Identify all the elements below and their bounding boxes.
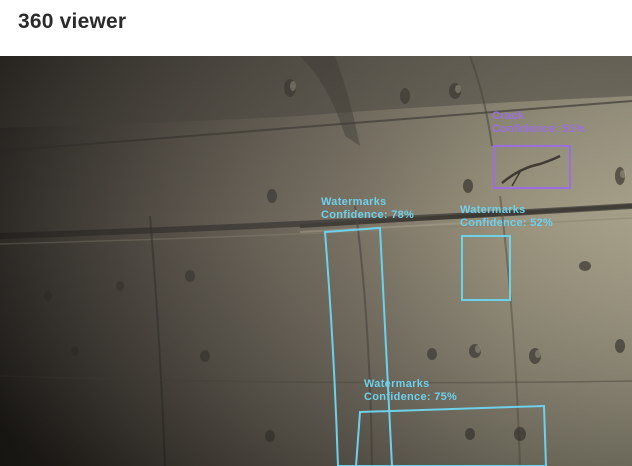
detection-label-watermarks-1: Watermarks Confidence: 78% — [321, 196, 414, 222]
detection-class: Watermarks — [321, 196, 387, 208]
detection-class: Watermarks — [460, 204, 526, 216]
detection-label-watermarks-2: Watermarks Confidence: 52% — [460, 204, 553, 230]
detection-label-crack: Crack Confidence: 51% — [492, 110, 585, 136]
detection-confidence: Confidence: 75% — [364, 391, 458, 403]
panorama-viewer[interactable]: Crack Confidence: 51% Watermarks Confide… — [0, 56, 632, 466]
page-title: 360 viewer — [18, 10, 127, 33]
detection-confidence: Confidence: 78% — [321, 209, 415, 221]
viewer-header: 360 viewer — [0, 0, 632, 56]
detection-class: Watermarks — [364, 378, 430, 390]
detection-confidence: Confidence: 52% — [460, 217, 554, 229]
detection-label-watermarks-3: Watermarks Confidence: 75% — [364, 378, 457, 404]
detection-class: Crack — [492, 110, 525, 122]
detection-confidence: Confidence: 51% — [492, 123, 586, 135]
